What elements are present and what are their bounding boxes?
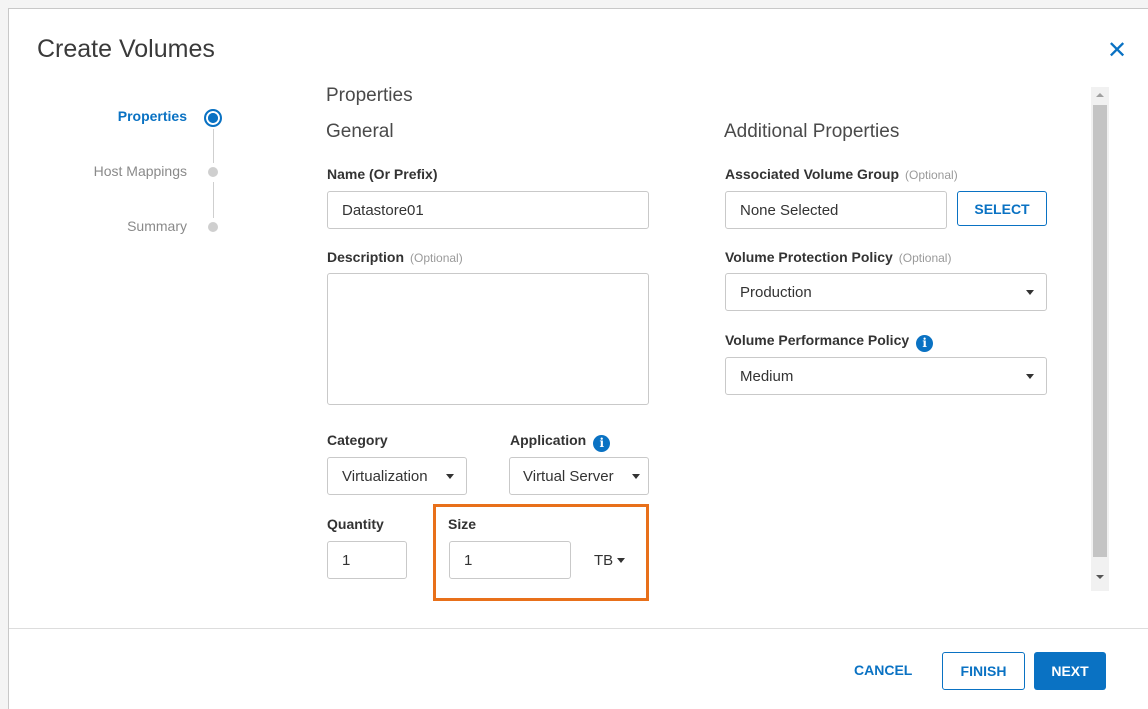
quantity-input[interactable]: 1 [327, 541, 407, 579]
create-volumes-dialog: Create Volumes ✕ Properties Host Mapping… [8, 8, 1148, 709]
size-label: Size [448, 516, 477, 532]
step-summary[interactable]: Summary [17, 218, 187, 234]
description-label: Description (Optional) [327, 249, 463, 265]
performance-policy-label: Volume Performance Policy i [725, 332, 934, 352]
info-icon[interactable]: i [593, 435, 611, 452]
step-host-mappings[interactable]: Host Mappings [17, 163, 187, 179]
finish-button[interactable]: FINISH [942, 652, 1025, 690]
step-active-indicator-icon [204, 109, 222, 127]
general-heading: General [326, 121, 394, 142]
name-input[interactable]: Datastore01 [327, 191, 649, 229]
performance-policy-select[interactable]: Medium [725, 357, 1047, 395]
size-input[interactable]: 1 [449, 541, 571, 579]
volume-group-label: Associated Volume Group (Optional) [725, 166, 958, 182]
scroll-up-arrow-icon[interactable] [1096, 93, 1104, 97]
protection-policy-value: Production [740, 283, 812, 301]
dialog-title: Create Volumes [37, 35, 215, 63]
cancel-button[interactable]: CANCEL [854, 662, 912, 678]
optional-hint: (Optional) [905, 168, 958, 182]
optional-hint: (Optional) [410, 251, 463, 265]
category-value: Virtualization [342, 467, 428, 485]
caret-down-icon [1026, 373, 1034, 379]
footer-divider [9, 628, 1148, 629]
close-icon[interactable]: ✕ [1106, 37, 1128, 64]
performance-policy-label-text: Volume Performance Policy [725, 332, 910, 348]
step-pending-indicator-icon [208, 167, 218, 177]
name-label: Name (Or Prefix) [327, 166, 438, 182]
scrollbar-thumb[interactable] [1093, 105, 1107, 557]
quantity-label: Quantity [327, 516, 384, 532]
protection-policy-label-text: Volume Protection Policy [725, 249, 893, 265]
description-label-text: Description [327, 249, 405, 265]
stepper-connector [213, 129, 214, 163]
application-label: Application i [510, 432, 611, 452]
caret-down-icon [446, 473, 454, 479]
additional-properties-heading: Additional Properties [724, 121, 900, 142]
performance-policy-value: Medium [740, 367, 794, 385]
stepper-connector [213, 182, 214, 218]
step-properties[interactable]: Properties [17, 108, 187, 124]
application-select[interactable]: Virtual Server [509, 457, 649, 495]
size-unit-value: TB [594, 552, 614, 569]
protection-policy-label: Volume Protection Policy (Optional) [725, 249, 951, 265]
size-unit-select[interactable]: TB [594, 552, 626, 569]
volume-group-input[interactable]: None Selected [725, 191, 947, 229]
application-label-text: Application [510, 432, 587, 448]
optional-hint: (Optional) [898, 251, 952, 265]
caret-down-icon [617, 558, 626, 563]
application-value: Virtual Server [523, 467, 614, 485]
category-label: Category [327, 432, 388, 448]
caret-down-icon [632, 473, 640, 479]
description-textarea[interactable] [327, 273, 649, 405]
info-icon[interactable]: i [916, 335, 934, 352]
protection-policy-select[interactable]: Production [725, 273, 1047, 311]
select-volume-group-button[interactable]: SELECT [957, 191, 1047, 226]
caret-down-icon [1026, 289, 1034, 295]
category-select[interactable]: Virtualization [327, 457, 467, 495]
scroll-down-arrow-icon[interactable] [1096, 575, 1104, 579]
next-button[interactable]: NEXT [1034, 652, 1106, 690]
step-pending-indicator-icon [208, 222, 218, 232]
volume-group-label-text: Associated Volume Group [725, 166, 899, 182]
section-title: Properties [326, 85, 413, 106]
